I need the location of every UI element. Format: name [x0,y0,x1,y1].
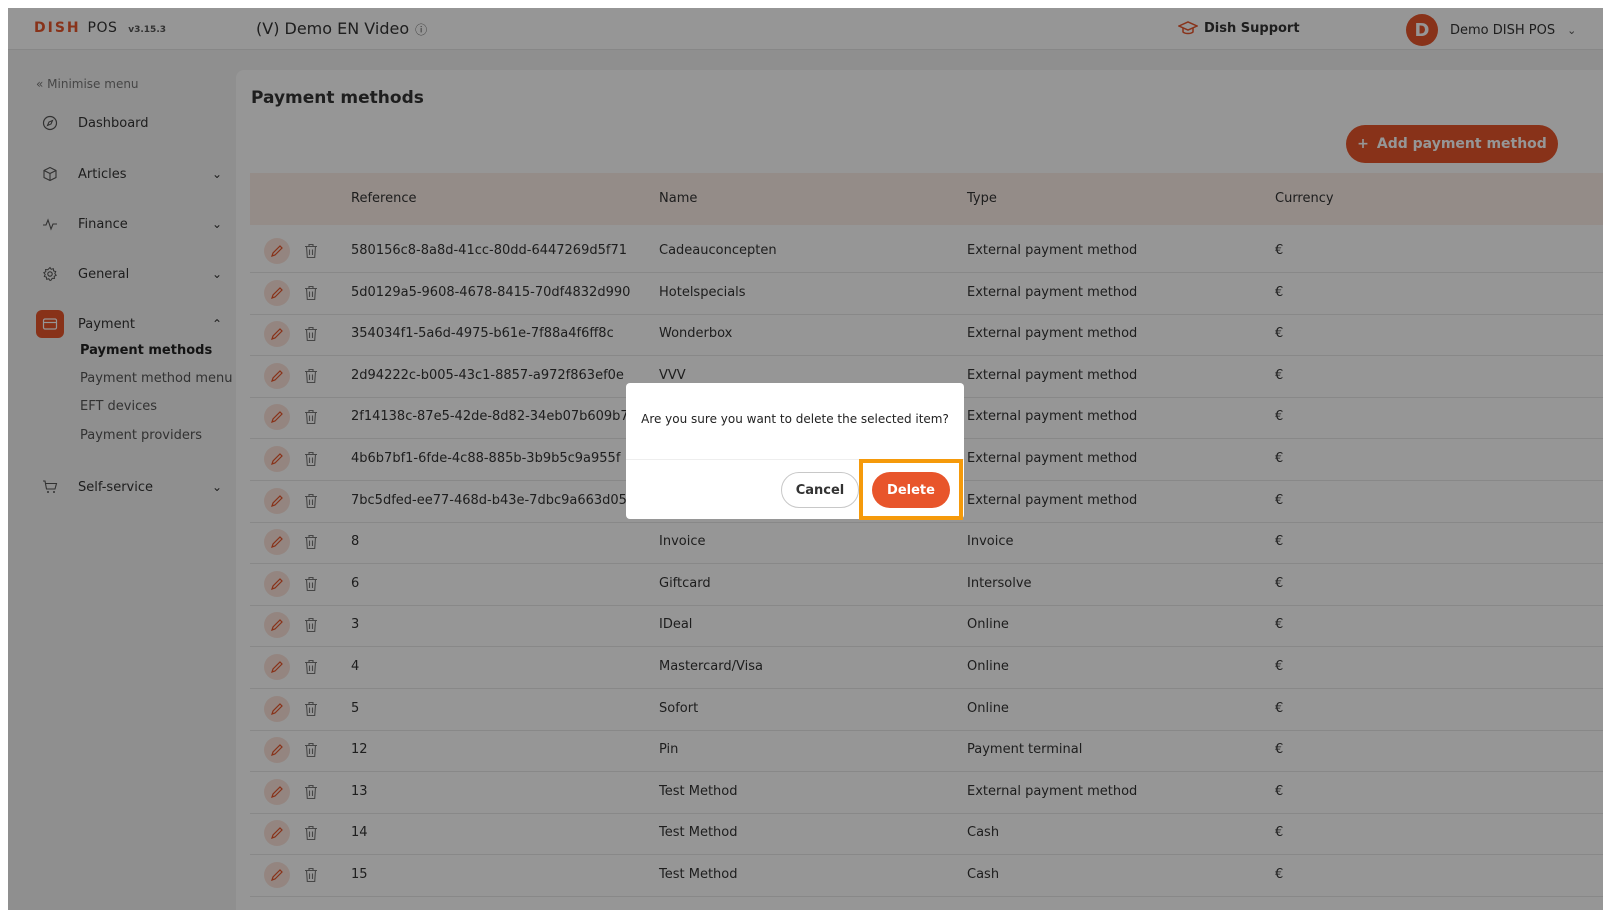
cancel-button[interactable]: Cancel [781,472,859,508]
delete-button-highlight [859,459,963,520]
dialog-message: Are you sure you want to delete the sele… [641,412,949,426]
